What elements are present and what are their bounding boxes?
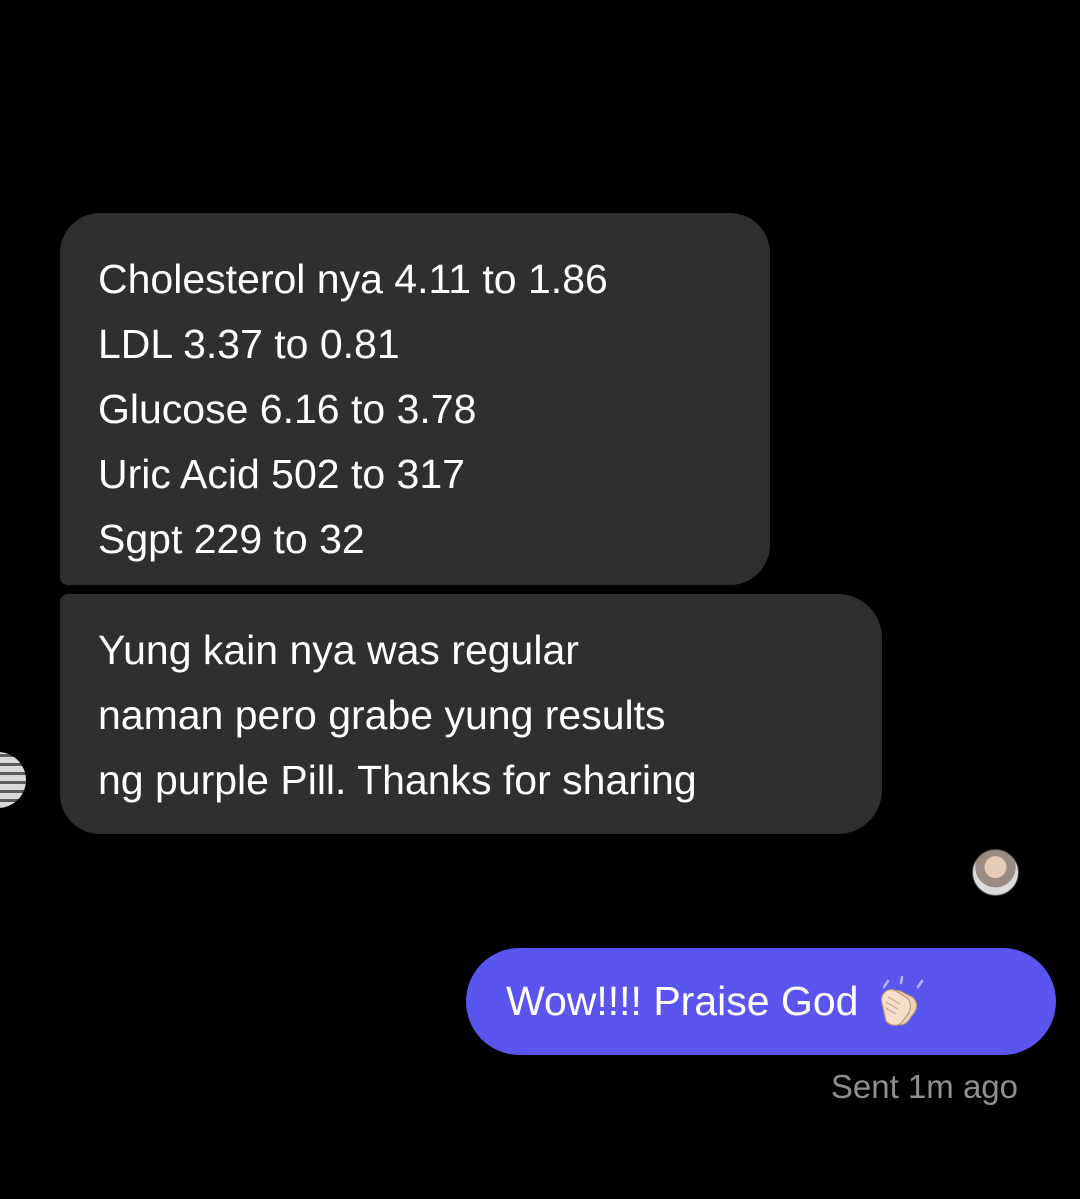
message-status: Sent 1m ago xyxy=(830,1068,1018,1105)
incoming-message-bubble[interactable]: Cholesterol nya 4.11 to 1.86 LDL 3.37 to… xyxy=(60,213,770,585)
seen-avatar xyxy=(972,849,1019,896)
contact-avatar[interactable] xyxy=(0,752,26,808)
message-line: LDL 3.37 to 0.81 xyxy=(98,321,400,367)
message-line: Glucose 6.16 to 3.78 xyxy=(98,386,477,432)
message-line: naman pero grabe yung results xyxy=(98,692,666,738)
message-line: Yung kain nya was regular xyxy=(98,627,579,673)
outgoing-message-text: Wow!!!! Praise God xyxy=(506,978,859,1024)
message-line: Uric Acid 502 to 317 xyxy=(98,451,465,497)
message-line: Sgpt 229 to 32 xyxy=(98,516,365,562)
clapping-hands-icon xyxy=(874,975,928,1029)
incoming-message-bubble[interactable]: Yung kain nya was regular naman pero gra… xyxy=(60,594,882,834)
message-line: Cholesterol nya 4.11 to 1.86 xyxy=(98,256,608,302)
message-line: ng purple Pill. Thanks for sharing xyxy=(98,757,697,803)
outgoing-message-bubble[interactable]: Wow!!!! Praise God xyxy=(466,948,1056,1055)
